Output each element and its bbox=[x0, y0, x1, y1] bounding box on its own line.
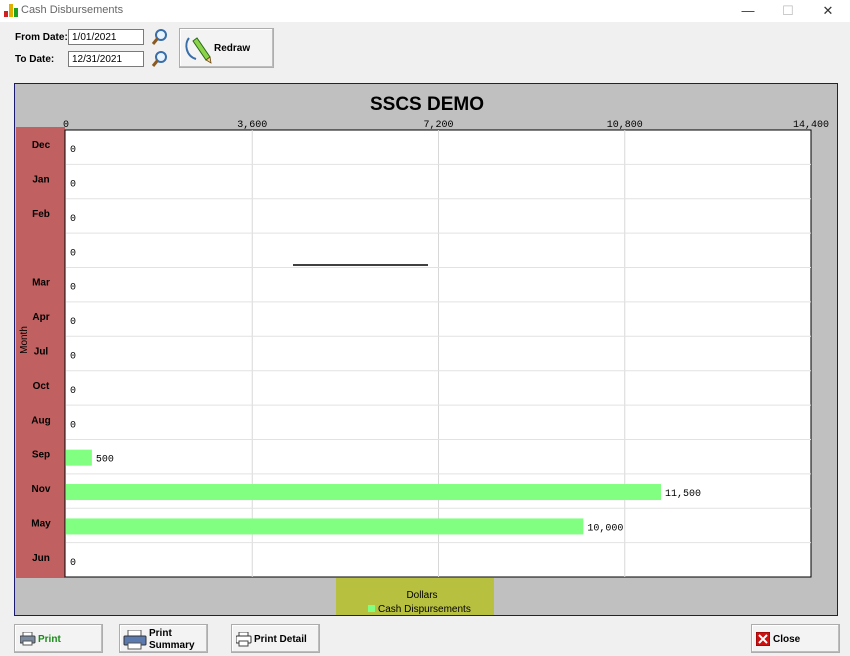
y-axis-label: Month bbox=[19, 326, 30, 354]
to-date-label: To Date: bbox=[15, 54, 55, 65]
close-icon bbox=[756, 632, 770, 646]
title-bar: Cash Disbursements — ☐ ✕ bbox=[0, 0, 850, 22]
x-tick-label: 0 bbox=[63, 120, 69, 131]
bar-value-label: 0 bbox=[70, 558, 76, 569]
legend-series-name: Cash Dispursements bbox=[378, 604, 471, 615]
redraw-label: Redraw bbox=[214, 43, 251, 54]
bar-chart: SSCS DEMO 0 3,600 7,200 10,800 14,400 Dec Jan… bbox=[16, 94, 829, 615]
x-tick-label: 10,800 bbox=[607, 120, 643, 131]
bar-value-label: 0 bbox=[70, 283, 76, 294]
bar-value-label: 500 bbox=[96, 455, 114, 466]
category-label: Aug bbox=[31, 415, 50, 426]
x-tick-label: 7,200 bbox=[423, 120, 453, 131]
to-date-lookup-icon[interactable] bbox=[151, 50, 169, 68]
bar-value-label: 10,000 bbox=[587, 523, 623, 534]
category-label: May bbox=[31, 518, 51, 529]
bar bbox=[66, 518, 584, 535]
bar-value-label: 0 bbox=[70, 352, 76, 363]
maximize-icon[interactable]: ☐ bbox=[773, 0, 803, 22]
bar-value-label: 0 bbox=[70, 386, 76, 397]
from-date-input[interactable] bbox=[68, 29, 144, 45]
from-date-lookup-icon[interactable] bbox=[151, 28, 169, 46]
legend-swatch bbox=[368, 605, 375, 612]
bar-value-label: 0 bbox=[70, 420, 76, 431]
category-label: Jun bbox=[32, 553, 50, 564]
x-tick-label: 3,600 bbox=[237, 120, 267, 131]
window-title: Cash Disbursements bbox=[21, 4, 124, 16]
category-label: Jan bbox=[32, 175, 49, 186]
chart-panel: SSCS DEMO 0 3,600 7,200 10,800 14,400 Dec Jan… bbox=[14, 83, 838, 616]
print-label: Print bbox=[38, 634, 61, 645]
x-axis-label: Dollars bbox=[406, 590, 437, 601]
category-label: Jul bbox=[34, 347, 49, 358]
close-button[interactable]: Close bbox=[751, 624, 840, 653]
printer-icon bbox=[20, 632, 36, 646]
print-summary-label-line2: Summary bbox=[149, 640, 195, 651]
category-label: Apr bbox=[32, 312, 49, 323]
bar-value-label: 0 bbox=[70, 317, 76, 328]
to-date-input[interactable] bbox=[68, 51, 144, 67]
print-button[interactable]: Print bbox=[14, 624, 103, 653]
bar-value-label: 11,500 bbox=[665, 489, 701, 500]
close-label: Close bbox=[773, 634, 801, 645]
redraw-button[interactable]: Redraw bbox=[179, 28, 274, 68]
bar-value-label: 0 bbox=[70, 145, 76, 156]
print-summary-button[interactable]: Print Summary bbox=[119, 624, 208, 653]
x-axis-ticks: 0 3,600 7,200 10,800 14,400 bbox=[63, 120, 829, 131]
print-summary-label-line1: Print bbox=[149, 628, 172, 639]
from-date-label: From Date: bbox=[15, 32, 68, 43]
close-window-icon[interactable]: ✕ bbox=[813, 0, 843, 22]
x-tick-label: 14,400 bbox=[793, 120, 829, 131]
bar bbox=[66, 484, 661, 501]
bar-value-label: 0 bbox=[70, 180, 76, 191]
printer-icon bbox=[123, 630, 147, 650]
pencil-icon bbox=[185, 37, 212, 64]
category-label: Sep bbox=[32, 450, 50, 461]
bar bbox=[66, 449, 92, 466]
print-detail-button[interactable]: Print Detail bbox=[231, 624, 320, 653]
category-label: Oct bbox=[33, 381, 50, 392]
category-label: Dec bbox=[32, 140, 51, 151]
minimize-icon[interactable]: — bbox=[733, 0, 763, 22]
chart-title: SSCS DEMO bbox=[370, 94, 484, 115]
category-label: Mar bbox=[32, 278, 50, 289]
category-label: Nov bbox=[32, 484, 51, 495]
category-label: Feb bbox=[32, 209, 50, 220]
bar-chart-app-icon bbox=[4, 4, 18, 17]
bar-value-label: 0 bbox=[70, 248, 76, 259]
printer-icon bbox=[236, 632, 252, 647]
bar-value-label: 0 bbox=[70, 214, 76, 225]
print-detail-label: Print Detail bbox=[254, 634, 307, 645]
